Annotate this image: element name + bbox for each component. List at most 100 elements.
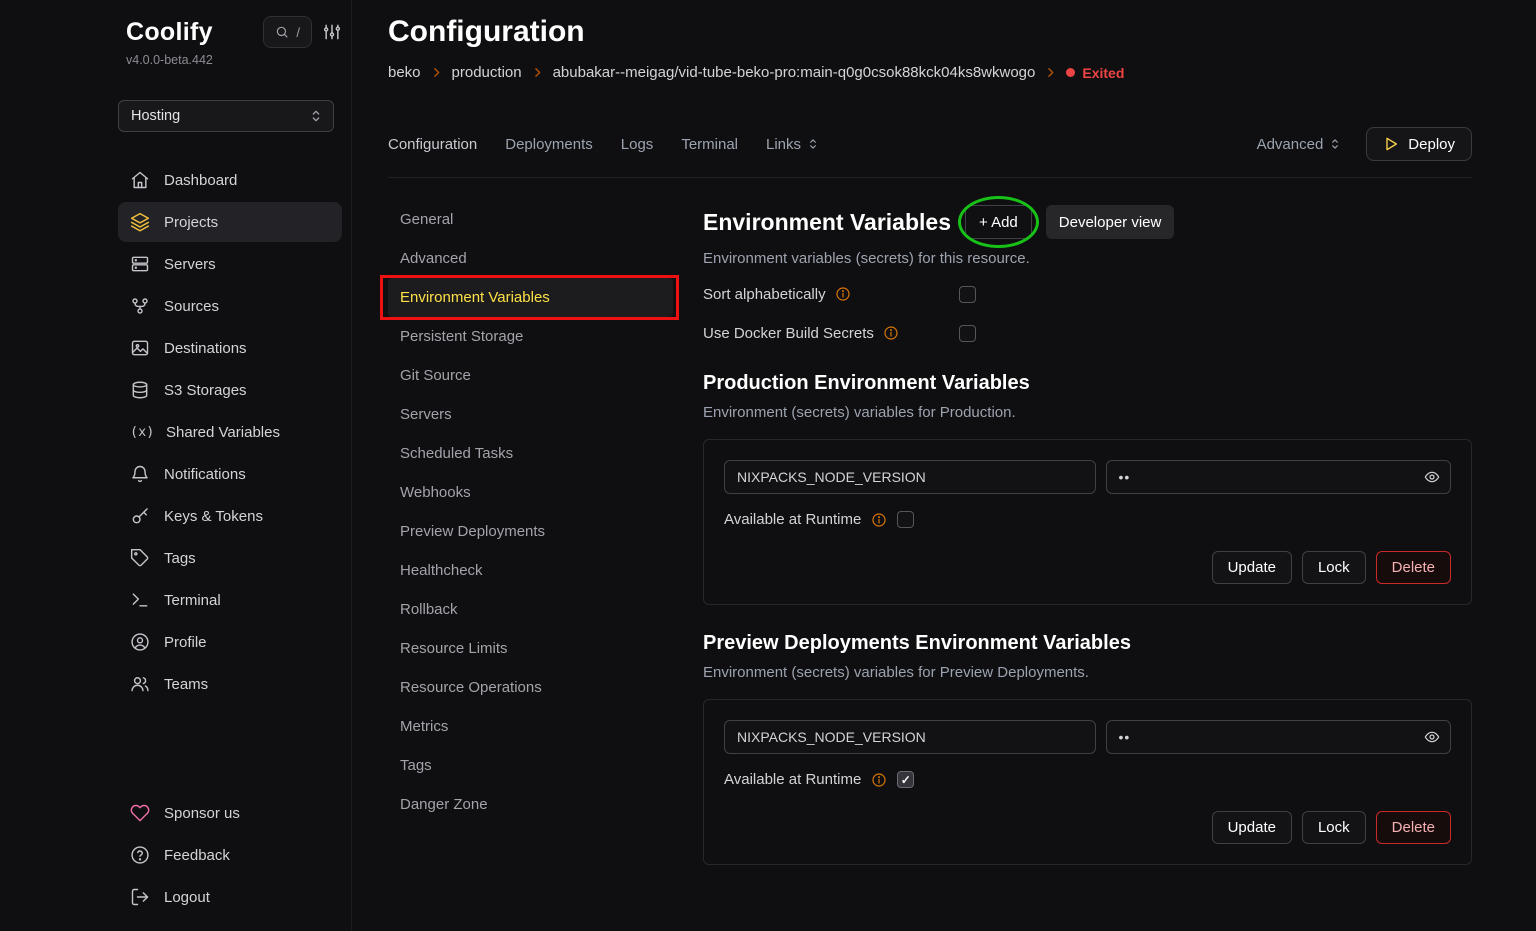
delete-button[interactable]: Delete [1376, 811, 1451, 844]
search-button[interactable]: / [263, 16, 312, 48]
sidebar-item-label: Sources [164, 298, 219, 315]
sidebar-item-destinations[interactable]: Destinations [118, 328, 342, 368]
advanced-dropdown[interactable]: Advanced [1257, 136, 1343, 153]
sidebar-item-terminal[interactable]: Terminal [118, 580, 342, 620]
destination-icon [130, 338, 150, 358]
breadcrumb-project[interactable]: beko [388, 64, 421, 81]
variable-value-input[interactable] [1106, 720, 1452, 754]
available-at-runtime-checkbox[interactable] [897, 771, 914, 788]
layers-icon [130, 212, 150, 232]
available-at-runtime-label: Available at Runtime [724, 771, 861, 788]
app-version: v4.0.0-beta.442 [126, 53, 342, 67]
sidebar-item-label: Sponsor us [164, 805, 240, 822]
update-button[interactable]: Update [1212, 811, 1292, 844]
sidebar-item-sources[interactable]: Sources [118, 286, 342, 326]
variable-actions: Update Lock Delete [724, 551, 1451, 584]
sort-alphabetically-checkbox[interactable] [959, 286, 976, 303]
sidebar-item-projects[interactable]: Projects [118, 202, 342, 242]
sidebar-item-label: Logout [164, 889, 210, 906]
team-select[interactable]: Hosting [118, 100, 334, 132]
breadcrumb-environment[interactable]: production [452, 64, 522, 81]
sidebar-item-s3-storages[interactable]: S3 Storages [118, 370, 342, 410]
main-content: Configuration beko production abubakar--… [353, 0, 1536, 931]
status-label: Exited [1082, 65, 1124, 81]
subnav-item-danger-zone[interactable]: Danger Zone [388, 785, 673, 824]
subnav-item-resource-limits[interactable]: Resource Limits [388, 629, 673, 668]
deploy-button[interactable]: Deploy [1366, 127, 1472, 161]
app-logo[interactable]: Coolify [126, 18, 253, 47]
sidebar-item-dashboard[interactable]: Dashboard [118, 160, 342, 200]
subnav-item-tags[interactable]: Tags [388, 746, 673, 785]
tab-deployments[interactable]: Deployments [505, 136, 593, 153]
sidebar-item-notifications[interactable]: Notifications [118, 454, 342, 494]
subnav-item-git-source[interactable]: Git Source [388, 356, 673, 395]
sidebar-footer: Sponsor us Feedback Logout [118, 793, 342, 917]
lock-button[interactable]: Lock [1302, 551, 1366, 584]
sidebar-item-logout[interactable]: Logout [118, 877, 342, 917]
reveal-value-button[interactable] [1424, 729, 1440, 745]
tab-configuration[interactable]: Configuration [388, 136, 477, 153]
subnav-item-persistent-storage[interactable]: Persistent Storage [388, 317, 673, 356]
subnav-item-advanced[interactable]: Advanced [388, 239, 673, 278]
status-badge: Exited [1066, 65, 1124, 81]
sidebar-item-label: Keys & Tokens [164, 508, 263, 525]
preview-section-subtitle: Environment (secrets) variables for Prev… [703, 664, 1472, 681]
database-icon [130, 380, 150, 400]
tab-links[interactable]: Links [766, 136, 820, 153]
variable-actions: Update Lock Delete [724, 811, 1451, 844]
info-icon[interactable] [871, 772, 887, 788]
environment-variables-panel: Environment Variables + Add Developer vi… [703, 200, 1472, 865]
update-button[interactable]: Update [1212, 551, 1292, 584]
info-icon[interactable] [871, 512, 887, 528]
subnav-item-scheduled-tasks[interactable]: Scheduled Tasks [388, 434, 673, 473]
available-at-runtime-row: Available at Runtime [724, 511, 1451, 528]
variable-key-input[interactable] [724, 720, 1096, 754]
sidebar-item-sponsor[interactable]: Sponsor us [118, 793, 342, 833]
info-icon[interactable] [835, 286, 851, 302]
delete-button[interactable]: Delete [1376, 551, 1451, 584]
server-icon [130, 254, 150, 274]
subnav-item-rollback[interactable]: Rollback [388, 590, 673, 629]
sidebar-item-tags[interactable]: Tags [118, 538, 342, 578]
logout-icon [130, 887, 150, 907]
sidebar-item-shared-variables[interactable]: (x) Shared Variables [118, 412, 342, 452]
available-at-runtime-checkbox[interactable] [897, 511, 914, 528]
settings-sliders-button[interactable] [322, 22, 342, 42]
tab-links-label: Links [766, 136, 801, 153]
tab-logs[interactable]: Logs [621, 136, 654, 153]
subnav-item-healthcheck[interactable]: Healthcheck [388, 551, 673, 590]
subnav-item-resource-operations[interactable]: Resource Operations [388, 668, 673, 707]
info-icon[interactable] [883, 325, 899, 341]
tab-terminal[interactable]: Terminal [681, 136, 738, 153]
users-icon [130, 674, 150, 694]
subnav-item-metrics[interactable]: Metrics [388, 707, 673, 746]
add-variable-button[interactable]: + Add [965, 205, 1032, 239]
subnav-item-environment-variables[interactable]: Environment Variables [388, 278, 673, 317]
reveal-value-button[interactable] [1424, 469, 1440, 485]
docker-build-secrets-checkbox[interactable] [959, 325, 976, 342]
developer-view-button[interactable]: Developer view [1046, 205, 1175, 239]
chevrons-up-down-icon [308, 108, 324, 124]
lock-button[interactable]: Lock [1302, 811, 1366, 844]
production-variable-card: Available at Runtime Update Lock Delete [703, 439, 1472, 605]
subnav-item-general[interactable]: General [388, 200, 673, 239]
terminal-icon [130, 590, 150, 610]
subnav-item-servers[interactable]: Servers [388, 395, 673, 434]
add-button-wrap: + Add [965, 205, 1032, 239]
sidebar-item-feedback[interactable]: Feedback [118, 835, 342, 875]
advanced-label: Advanced [1257, 136, 1324, 153]
sidebar-item-servers[interactable]: Servers [118, 244, 342, 284]
tag-icon [130, 548, 150, 568]
variable-value-input[interactable] [1106, 460, 1452, 494]
chevron-right-icon [430, 66, 443, 79]
preview-variable-card: Available at Runtime Update Lock Delete [703, 699, 1472, 865]
docker-build-secrets-label: Use Docker Build Secrets [703, 325, 874, 342]
subnav-item-webhooks[interactable]: Webhooks [388, 473, 673, 512]
sidebar-item-profile[interactable]: Profile [118, 622, 342, 662]
sidebar-item-teams[interactable]: Teams [118, 664, 342, 704]
sidebar-item-keys-tokens[interactable]: Keys & Tokens [118, 496, 342, 536]
variable-key-input[interactable] [724, 460, 1096, 494]
breadcrumb-resource[interactable]: abubakar--meigag/vid-tube-beko-pro:main-… [553, 64, 1036, 81]
subnav-item-preview-deployments[interactable]: Preview Deployments [388, 512, 673, 551]
bell-icon [130, 464, 150, 484]
